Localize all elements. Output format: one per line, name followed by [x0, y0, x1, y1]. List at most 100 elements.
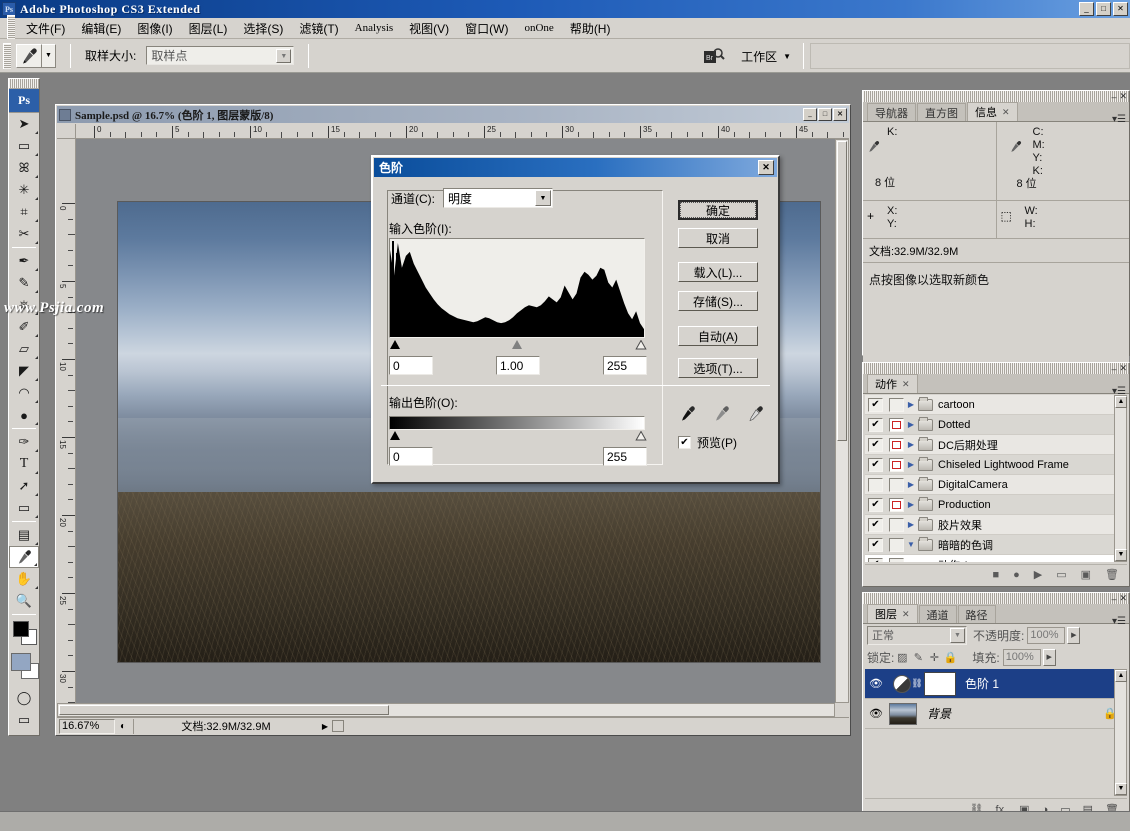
eyedropper-icon[interactable]: [16, 43, 42, 68]
vertical-ruler[interactable]: 05101520253035: [57, 139, 76, 703]
list-item[interactable]: ✔ ▼动作 1: [865, 555, 1127, 562]
expand-collapse-icon[interactable]: ▼: [924, 560, 938, 562]
menu-select[interactable]: 选择(S): [235, 18, 291, 39]
output-levels-slider[interactable]: [389, 430, 647, 445]
tab-paths[interactable]: 路径: [957, 605, 996, 623]
lock-all-icon[interactable]: 🔒: [942, 651, 958, 664]
tab-histogram[interactable]: 直方图: [917, 103, 966, 121]
expand-collapse-icon[interactable]: ▼: [904, 540, 918, 549]
close-icon[interactable]: ✕: [902, 609, 910, 620]
lock-image-icon[interactable]: ✎: [910, 651, 926, 664]
expand-collapse-icon[interactable]: ▶: [904, 520, 918, 529]
document-horizontal-scrollbar[interactable]: [57, 703, 835, 717]
vertical-scroll-thumb[interactable]: [837, 141, 847, 441]
lock-position-icon[interactable]: ✛: [926, 651, 942, 664]
status-resize-grip[interactable]: [332, 720, 344, 732]
output-white-field[interactable]: 255: [603, 447, 647, 466]
menu-file[interactable]: 文件(F): [18, 18, 73, 39]
current-tool-preview[interactable]: ▼: [16, 43, 56, 68]
hand-tool[interactable]: ✋: [9, 568, 39, 590]
chevron-down-icon[interactable]: ▼: [535, 190, 551, 206]
action-dialog-toggle[interactable]: [889, 537, 904, 552]
dodge-tool[interactable]: ●: [9, 404, 39, 426]
list-item[interactable]: ▶ DigitalCamera: [865, 475, 1127, 495]
table-row[interactable]: 👁 ⛓ 色阶 1: [865, 669, 1127, 699]
magic-wand-tool[interactable]: ✳: [9, 179, 39, 201]
layers-scrollbar[interactable]: ▲ ▼: [1114, 669, 1127, 796]
action-toggle-checkbox[interactable]: ✔: [868, 497, 883, 512]
minimize-button[interactable]: _: [1079, 2, 1094, 16]
zoom-tool[interactable]: 🔍: [9, 590, 39, 612]
tab-channels[interactable]: 通道: [918, 605, 957, 623]
chevron-down-icon[interactable]: ▼: [950, 627, 965, 643]
actions-panel-close-button[interactable]: ✕: [1119, 363, 1127, 374]
tab-actions[interactable]: 动作 ✕: [867, 374, 918, 393]
output-white-point-marker[interactable]: [635, 430, 647, 445]
action-toggle-checkbox[interactable]: ✔: [868, 417, 883, 432]
status-popup-arrow-icon[interactable]: ▶: [318, 722, 332, 731]
info-panel-minimize-button[interactable]: ‒: [1111, 92, 1116, 102]
menubar-grip[interactable]: [7, 15, 15, 41]
action-toggle-checkbox[interactable]: [868, 477, 883, 492]
action-dialog-toggle[interactable]: [889, 557, 904, 562]
slice-tool[interactable]: ✂: [9, 223, 39, 245]
opacity-slider-arrow-icon[interactable]: ▶: [1067, 626, 1081, 644]
foreground-background-colors[interactable]: [9, 617, 39, 651]
layer-visibility-icon[interactable]: 👁: [865, 707, 887, 720]
toolbox-grip[interactable]: [9, 79, 39, 89]
list-item[interactable]: ✔ ▼ 暗暗的色调: [865, 535, 1127, 555]
action-dialog-toggle[interactable]: [889, 497, 904, 512]
load-button[interactable]: 载入(L)...: [678, 262, 758, 282]
output-black-field[interactable]: 0: [389, 447, 433, 466]
scroll-down-button[interactable]: ▼: [1115, 549, 1127, 561]
tool-preset-caret-icon[interactable]: ▼: [42, 43, 56, 68]
stop-button[interactable]: ■: [992, 569, 999, 581]
channel-select[interactable]: 明度 ▼: [443, 188, 553, 208]
document-vertical-scrollbar[interactable]: [835, 139, 849, 703]
crop-tool[interactable]: ⌗: [9, 201, 39, 223]
quickmask-gradient-preview[interactable]: [9, 651, 39, 687]
delete-button[interactable]: 🗑: [1105, 568, 1119, 581]
record-button[interactable]: ●: [1013, 569, 1020, 581]
menu-onone[interactable]: onOne: [516, 20, 561, 36]
adjustment-layer-thumbnail[interactable]: [893, 674, 911, 693]
lasso-tool[interactable]: ꕤ: [9, 157, 39, 179]
layers-panel-close-button[interactable]: ✕: [1119, 593, 1127, 604]
info-panel-close-button[interactable]: ✕: [1119, 91, 1127, 102]
expand-collapse-icon[interactable]: ▶: [904, 420, 918, 429]
actions-scrollbar[interactable]: ▲ ▼: [1114, 395, 1127, 562]
document-titlebar[interactable]: Sample.psd @ 16.7% (色阶 1, 图层蒙版/8) _ □ ✕: [57, 106, 849, 123]
rectangle-tool[interactable]: ▭: [9, 497, 39, 519]
set-white-point-eyedropper-icon[interactable]: [746, 404, 764, 422]
eyedropper-tool[interactable]: [9, 546, 39, 568]
list-item[interactable]: ✔ ▶ cartoon: [865, 395, 1127, 415]
close-button[interactable]: ✕: [1113, 2, 1128, 16]
play-button[interactable]: ▶: [1034, 568, 1042, 581]
actions-panel-grip[interactable]: ‒ ✕: [863, 363, 1129, 374]
close-icon[interactable]: ✕: [1002, 107, 1010, 118]
healing-brush-tool[interactable]: ✒: [9, 250, 39, 272]
input-gamma-marker[interactable]: [511, 340, 523, 354]
output-black-point-marker[interactable]: [389, 431, 401, 445]
input-levels-slider[interactable]: [389, 339, 647, 354]
input-gamma-field[interactable]: 1.00: [496, 356, 540, 375]
set-gray-point-eyedropper-icon[interactable]: [712, 404, 730, 422]
scroll-down-button[interactable]: ▼: [1115, 783, 1127, 795]
path-selection-tool[interactable]: ➚: [9, 475, 39, 497]
history-brush-tool[interactable]: ✐: [9, 316, 39, 338]
ruler-corner[interactable]: [57, 124, 76, 139]
layer-thumbnail[interactable]: [889, 702, 917, 725]
expand-collapse-icon[interactable]: ▶: [904, 500, 918, 509]
input-white-field[interactable]: 255: [603, 356, 647, 375]
auto-button[interactable]: 自动(A): [678, 326, 758, 346]
action-dialog-toggle[interactable]: [889, 417, 904, 432]
layer-name[interactable]: 色阶 1: [965, 675, 999, 692]
tab-navigator[interactable]: 导航器: [867, 103, 916, 121]
menu-window[interactable]: 窗口(W): [457, 18, 516, 39]
blur-tool[interactable]: ◠: [9, 382, 39, 404]
input-white-point-marker[interactable]: [635, 339, 647, 354]
action-toggle-checkbox[interactable]: ✔: [868, 437, 883, 452]
list-item[interactable]: ✔ ▶ DC后期处理: [865, 435, 1127, 455]
maximize-button[interactable]: □: [1096, 2, 1111, 16]
list-item[interactable]: ✔ ▶ Production: [865, 495, 1127, 515]
